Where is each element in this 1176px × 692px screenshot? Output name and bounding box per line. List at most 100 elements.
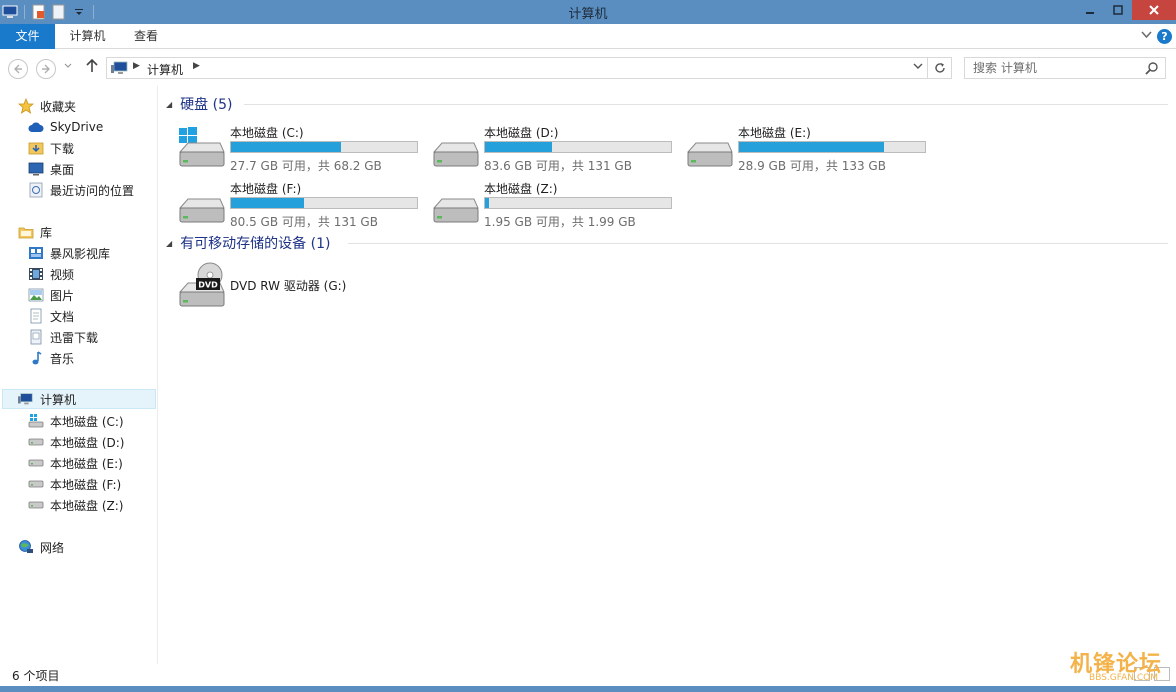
sidebar-item-label: 最近访问的位置 <box>50 183 135 198</box>
sidebar-item-network[interactable]: 网络 <box>18 537 64 557</box>
sidebar-item-label: 音乐 <box>50 351 75 366</box>
group-divider <box>348 243 1168 244</box>
sidebar-item-label: 网络 <box>40 540 65 555</box>
minimize-button[interactable] <box>1076 0 1104 20</box>
collapse-triangle-icon[interactable]: ◢ <box>166 100 172 109</box>
sidebar-item-label: 迅雷下载 <box>50 330 99 345</box>
sidebar-item-drive-e[interactable]: 本地磁盘 (E:) <box>28 453 123 473</box>
drive-name: 本地磁盘 (C:) <box>230 126 304 140</box>
chevron-down-icon <box>913 63 923 69</box>
sidebar-item-computer[interactable]: 计算机 <box>2 389 156 409</box>
drive-tile-f[interactable]: 本地磁盘 (F:) 80.5 GB 可用，共 131 GB <box>176 180 426 230</box>
hard-drive-icon <box>28 476 44 492</box>
collapse-triangle-icon[interactable]: ◢ <box>166 239 172 248</box>
forward-button[interactable] <box>36 59 56 79</box>
sidebar-item-favorites[interactable]: 收藏夹 <box>18 96 76 116</box>
hard-drive-icon <box>28 434 44 450</box>
sidebar-item-drive-z[interactable]: 本地磁盘 (Z:) <box>28 495 123 515</box>
drive-name: 本地磁盘 (E:) <box>738 126 811 140</box>
picture-icon <box>28 287 44 303</box>
breadcrumb-separator-icon[interactable]: ▶ <box>193 61 200 71</box>
search-icon[interactable] <box>1145 61 1159 78</box>
help-button[interactable]: ? <box>1157 29 1172 44</box>
dvd-drive-icon: DVD <box>176 262 226 308</box>
recent-places-icon <box>28 182 44 198</box>
sidebar-item-desktop[interactable]: 桌面 <box>28 159 74 179</box>
sidebar-item-label: 计算机 <box>40 392 77 407</box>
music-note-icon <box>28 350 44 366</box>
sidebar-item-drive-c[interactable]: 本地磁盘 (C:) <box>28 411 124 431</box>
breadcrumb-computer[interactable]: 计算机 <box>147 61 183 78</box>
media-library-icon <box>28 245 44 261</box>
tab-file[interactable]: 文件 <box>0 24 55 49</box>
address-history-button[interactable] <box>913 62 923 73</box>
drive-usage-bar <box>230 141 418 153</box>
drive-tile-c[interactable]: 本地磁盘 (C:) 27.7 GB 可用，共 68.2 GB <box>176 124 426 174</box>
thunder-download-icon <box>28 329 44 345</box>
sidebar-item-label: SkyDrive <box>50 120 104 134</box>
up-button[interactable] <box>86 58 98 77</box>
back-button[interactable] <box>8 59 28 79</box>
sidebar-item-label: 暴风影视库 <box>50 246 111 261</box>
sidebar-item-baofeng-library[interactable]: 暴风影视库 <box>28 243 110 263</box>
download-folder-icon <box>28 140 44 156</box>
watermark: 机锋论坛 BBS.GFAN.COM <box>1016 646 1166 686</box>
sidebar-item-label: 本地磁盘 (E:) <box>50 456 123 471</box>
sidebar-item-pictures[interactable]: 图片 <box>28 285 74 305</box>
window-controls <box>1076 0 1176 20</box>
sidebar-item-label: 视频 <box>50 267 75 282</box>
search-box[interactable] <box>964 57 1166 79</box>
drive-tile-z[interactable]: 本地磁盘 (Z:) 1.95 GB 可用，共 1.99 GB <box>430 180 680 230</box>
tab-computer[interactable]: 计算机 <box>60 24 115 49</box>
system-drive-icon <box>176 126 226 172</box>
library-icon <box>18 224 34 240</box>
sidebar-item-libraries[interactable]: 库 <box>18 222 52 242</box>
system-drive-icon <box>28 413 44 429</box>
help-icon: ? <box>1161 30 1168 43</box>
group-hard-disks[interactable]: ◢ 硬盘 (5) <box>166 94 232 114</box>
taskbar-strip <box>0 686 1176 692</box>
navigation-pane: 收藏夹 SkyDrive 下载 桌面 最近访问的位置 库 暴风影视库 视频 图片… <box>0 86 158 664</box>
refresh-button[interactable] <box>927 58 951 78</box>
expand-ribbon-button[interactable] <box>1141 29 1152 42</box>
breadcrumb-separator-icon[interactable]: ▶ <box>133 61 140 71</box>
arrow-right-icon <box>42 64 50 74</box>
ribbon-tabs: 文件 计算机 查看 ? <box>0 24 1176 49</box>
recent-locations-button[interactable] <box>64 62 72 72</box>
drive-tile-dvd[interactable]: DVD DVD RW 驱动器 (G:) <box>176 260 426 310</box>
hard-drive-icon <box>684 126 734 172</box>
drive-size: 80.5 GB 可用，共 131 GB <box>230 215 378 229</box>
sidebar-item-label: 本地磁盘 (C:) <box>50 414 124 429</box>
sidebar-item-label: 收藏夹 <box>40 99 77 114</box>
address-bar[interactable]: ▶ 计算机 ▶ <box>106 57 952 79</box>
drive-size: 1.95 GB 可用，共 1.99 GB <box>484 215 636 229</box>
sidebar-item-drive-f[interactable]: 本地磁盘 (F:) <box>28 474 121 494</box>
sidebar-item-thunder-downloads[interactable]: 迅雷下载 <box>28 327 98 347</box>
search-input[interactable] <box>973 60 1133 76</box>
sidebar-item-music[interactable]: 音乐 <box>28 348 74 368</box>
sidebar-item-documents[interactable]: 文档 <box>28 306 74 326</box>
title-bar: 计算机 <box>0 0 1176 24</box>
drive-usage-bar <box>738 141 926 153</box>
sidebar-item-downloads[interactable]: 下载 <box>28 138 74 158</box>
group-removable-storage[interactable]: ◢ 有可移动存储的设备 (1) <box>166 233 330 253</box>
sidebar-item-recent-places[interactable]: 最近访问的位置 <box>28 180 134 200</box>
film-icon <box>28 266 44 282</box>
drive-size: 83.6 GB 可用，共 131 GB <box>484 159 632 173</box>
close-button[interactable] <box>1132 0 1176 20</box>
drive-tile-e[interactable]: 本地磁盘 (E:) 28.9 GB 可用，共 133 GB <box>684 124 934 174</box>
arrow-up-icon <box>86 58 98 72</box>
sidebar-item-label: 文档 <box>50 309 75 324</box>
hard-drive-icon <box>28 455 44 471</box>
tab-view[interactable]: 查看 <box>120 24 172 49</box>
sidebar-item-drive-d[interactable]: 本地磁盘 (D:) <box>28 432 124 452</box>
maximize-button[interactable] <box>1104 0 1132 20</box>
drive-tile-d[interactable]: 本地磁盘 (D:) 83.6 GB 可用，共 131 GB <box>430 124 680 174</box>
hard-drive-icon <box>28 497 44 513</box>
document-icon <box>28 308 44 324</box>
sidebar-item-videos[interactable]: 视频 <box>28 264 74 284</box>
drive-size: 27.7 GB 可用，共 68.2 GB <box>230 159 382 173</box>
drive-usage-fill <box>485 142 552 152</box>
sidebar-item-skydrive[interactable]: SkyDrive <box>28 117 103 137</box>
sidebar-item-label: 本地磁盘 (D:) <box>50 435 125 450</box>
